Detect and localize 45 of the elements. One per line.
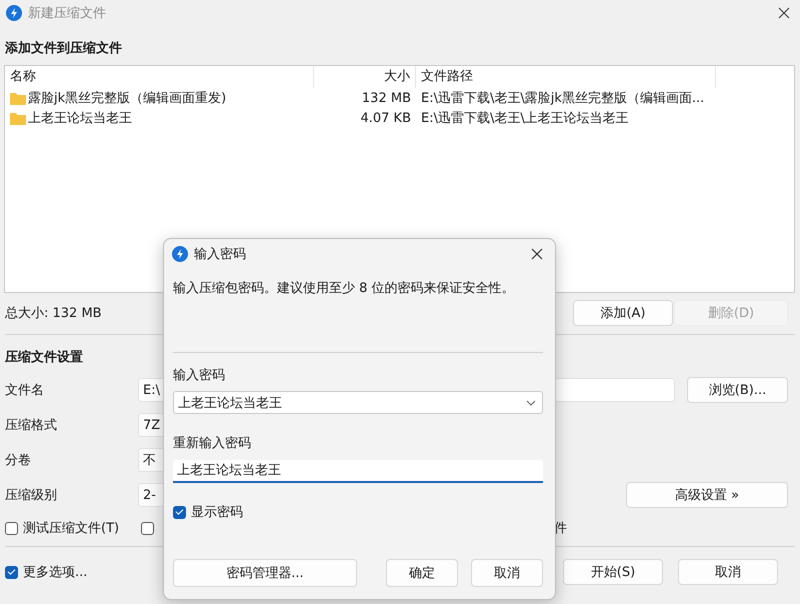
file-name: 露脸jk黑丝完整版（编辑画面重发) bbox=[28, 90, 226, 107]
file-size: 4.07 KB bbox=[360, 110, 411, 126]
checkbox[interactable] bbox=[5, 522, 18, 534]
footer-button[interactable]: 开始(S) bbox=[563, 559, 663, 585]
column-header[interactable]: 文件路径 bbox=[416, 66, 716, 88]
folder-icon bbox=[10, 112, 26, 124]
file-path: E:\迅雷下载\老王\上老王论坛当老王 bbox=[421, 111, 629, 126]
dialog-button[interactable]: 密码管理器... bbox=[173, 559, 357, 587]
section-heading: 添加文件到压缩文件 bbox=[5, 40, 123, 58]
dialog-button[interactable]: 确定 bbox=[386, 559, 458, 587]
field-label: 输入密码 bbox=[173, 367, 226, 384]
confirm-password-field[interactable]: 上老王论坛当老王 bbox=[173, 460, 543, 483]
checkbox-label: 更多选项... bbox=[23, 564, 88, 581]
dialog-message: 输入压缩包密码。建议使用至少 8 位的密码来保证安全性。 bbox=[173, 280, 516, 297]
column-header[interactable]: 大小 bbox=[314, 66, 416, 88]
section-heading: 压缩文件设置 bbox=[5, 348, 84, 367]
password-dropdown[interactable]: 上老王论坛当老王 bbox=[173, 391, 543, 414]
total-size: 总大小: 132 MB bbox=[5, 305, 102, 322]
close-icon[interactable] bbox=[778, 7, 790, 19]
file-size: 132 MB bbox=[362, 90, 411, 106]
file-path: E:\迅雷下载\老王\露脸jk黑丝完整版（编辑画面... bbox=[421, 91, 704, 106]
checkbox[interactable] bbox=[173, 506, 186, 518]
field-label: 重新输入密码 bbox=[173, 435, 252, 452]
column-header[interactable]: 名称 bbox=[5, 66, 314, 88]
field-label: 压缩级别 bbox=[5, 487, 58, 504]
advanced-settings-button[interactable]: 高级设置 » bbox=[626, 482, 788, 508]
chevron-down-icon bbox=[526, 400, 536, 406]
field-label: 分卷 bbox=[5, 452, 32, 469]
field-label: 压缩格式 bbox=[5, 417, 58, 434]
field-label: 文件名 bbox=[5, 382, 45, 399]
app-icon bbox=[172, 246, 188, 262]
dialog-button[interactable]: 取消 bbox=[471, 559, 543, 587]
footer-button[interactable]: 取消 bbox=[678, 559, 778, 585]
list-button[interactable]: 添加(A) bbox=[573, 300, 673, 326]
file-name: 上老王论坛当老王 bbox=[28, 110, 132, 127]
close-icon[interactable] bbox=[531, 248, 543, 260]
browse-button[interactable]: 浏览(B)... bbox=[687, 377, 788, 403]
window-title: 新建压缩文件 bbox=[28, 5, 106, 22]
checkbox-label: 显示密码 bbox=[191, 504, 243, 521]
folder-icon bbox=[10, 92, 26, 104]
app-icon bbox=[6, 5, 22, 21]
checkbox[interactable] bbox=[141, 522, 154, 534]
checkbox-label: 测试压缩文件(T) bbox=[23, 520, 120, 537]
checkbox[interactable] bbox=[5, 566, 18, 578]
dialog-title: 输入密码 bbox=[194, 246, 246, 263]
